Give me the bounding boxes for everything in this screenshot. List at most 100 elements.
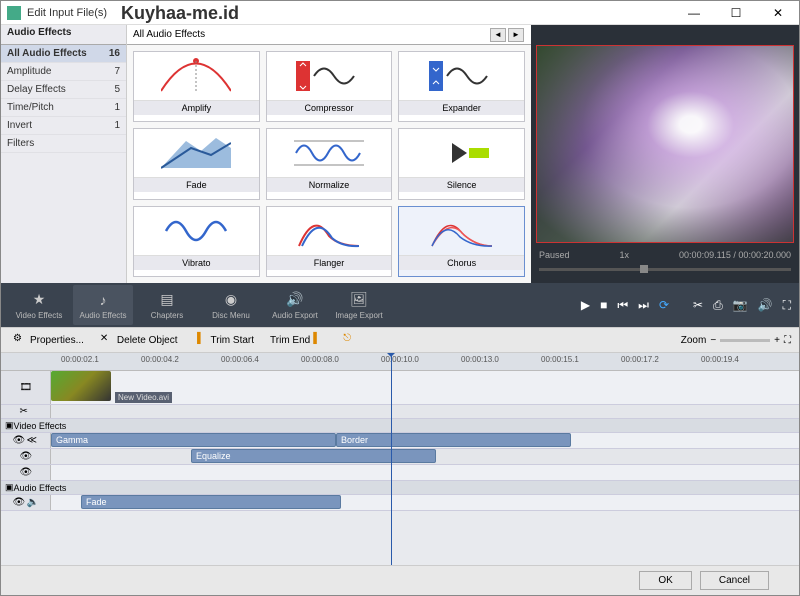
video-clip-label: New Video.avi: [115, 392, 172, 403]
fx-track-3[interactable]: [51, 465, 799, 480]
ribbon-video-effects[interactable]: ★Video Effects: [9, 285, 69, 325]
clip-border[interactable]: Border: [336, 433, 571, 447]
video-clip[interactable]: [51, 371, 111, 401]
scroll-left-button[interactable]: ◄: [490, 28, 506, 42]
ribbon-audio-export[interactable]: 🔊Audio Export: [265, 285, 325, 325]
chapters-icon: ▤: [157, 291, 177, 309]
rewind-icon[interactable]: ≪: [27, 435, 39, 447]
playhead[interactable]: [391, 353, 392, 565]
loop-button[interactable]: ⟳: [659, 298, 669, 312]
zoom-label: Zoom: [681, 335, 707, 346]
video-track[interactable]: New Video.avi: [51, 371, 799, 404]
effect-thumb: [267, 52, 392, 100]
audio-effects-header[interactable]: ▣ Audio Effects: [1, 481, 799, 495]
time-mark: 00:00:13.0: [461, 355, 499, 364]
preview-video[interactable]: [536, 45, 794, 243]
audio-fx-track-1[interactable]: Fade: [51, 495, 799, 510]
volume-button[interactable]: 🔊: [758, 298, 773, 313]
category-item[interactable]: Amplitude7: [1, 63, 126, 81]
effect-card-vibrato[interactable]: Vibrato: [133, 206, 260, 277]
zoom-in-button[interactable]: +: [774, 335, 780, 346]
category-item[interactable]: Time/Pitch1: [1, 99, 126, 117]
category-item[interactable]: Delay Effects5: [1, 81, 126, 99]
effect-card-compressor[interactable]: Compressor: [266, 51, 393, 122]
time-mark: 00:00:17.2: [621, 355, 659, 364]
time-ruler[interactable]: 00:00:02.100:00:04.200:00:06.400:00:08.0…: [1, 353, 799, 371]
effect-label: Fade: [134, 177, 259, 192]
effect-label: Normalize: [267, 177, 392, 192]
audio-export-icon: 🔊: [285, 291, 305, 309]
time-mark: 00:00:19.4: [701, 355, 739, 364]
maximize-button[interactable]: ☐: [721, 6, 751, 20]
trim-start-button[interactable]: ▐ Trim Start: [190, 331, 259, 349]
eye-icon[interactable]: 👁: [20, 451, 32, 463]
eye-icon[interactable]: 👁: [20, 467, 32, 479]
category-item[interactable]: Invert1: [1, 117, 126, 135]
time-mark: 00:00:06.4: [221, 355, 259, 364]
effect-card-amplify[interactable]: Amplify: [133, 51, 260, 122]
fx-track-1[interactable]: Gamma Border: [51, 433, 799, 448]
app-icon: [7, 6, 21, 20]
film-icon: 🎞: [20, 382, 32, 394]
ribbon-image-export[interactable]: 🖼Image Export: [329, 285, 389, 325]
category-sidebar: Audio Effects All Audio Effects16Amplitu…: [1, 25, 127, 283]
zoom-slider[interactable]: [720, 339, 770, 342]
video-effects-header[interactable]: ▣ Video Effects: [1, 419, 799, 433]
split-icon: ⎋: [343, 333, 357, 347]
cancel-button[interactable]: Cancel: [700, 571, 769, 590]
seek-bar[interactable]: [531, 268, 799, 282]
clip-gamma[interactable]: Gamma: [51, 433, 336, 447]
effect-label: Vibrato: [134, 255, 259, 270]
effects-panel: All Audio Effects ◄ ► AmplifyCompressorE…: [127, 25, 531, 283]
stop-button[interactable]: ■: [600, 298, 607, 312]
clip-fade[interactable]: Fade: [81, 495, 341, 509]
effect-thumb: [134, 52, 259, 100]
category-item[interactable]: All Audio Effects16: [1, 45, 126, 63]
time-mark: 00:00:02.1: [61, 355, 99, 364]
prev-button[interactable]: ⏮: [617, 298, 628, 313]
fullscreen-button[interactable]: ⛶: [783, 298, 791, 313]
sidebar-tab-audio[interactable]: Audio Effects: [1, 25, 77, 44]
fx-track-2[interactable]: Equalize: [51, 449, 799, 464]
play-button[interactable]: ▶: [581, 298, 590, 312]
effect-card-fade[interactable]: Fade: [133, 128, 260, 199]
clip-equalize[interactable]: Equalize: [191, 449, 436, 463]
minimize-button[interactable]: —: [679, 6, 709, 20]
ribbon-disc-menu[interactable]: ◉Disc Menu: [201, 285, 261, 325]
app-window: Kuyhaa-me.id Edit Input File(s) — ☐ ✕ Au…: [0, 0, 800, 596]
time-mark: 00:00:08.0: [301, 355, 339, 364]
speaker-icon[interactable]: 🔈: [27, 497, 39, 509]
effect-card-normalize[interactable]: Normalize: [266, 128, 393, 199]
ribbon-chapters[interactable]: ▤Chapters: [137, 285, 197, 325]
ribbon-audio-effects[interactable]: ♪Audio Effects: [73, 285, 133, 325]
scroll-right-button[interactable]: ►: [508, 28, 524, 42]
split-button[interactable]: ⎋: [339, 331, 361, 349]
playback-time: 00:00:09.115 / 00:00:20.000: [679, 250, 791, 260]
close-button[interactable]: ✕: [763, 6, 793, 20]
effect-label: Silence: [399, 177, 524, 192]
camera-button[interactable]: 📷: [733, 298, 748, 313]
zoom-fit-button[interactable]: ⛶: [784, 335, 791, 346]
watermark: Kuyhaa-me.id: [121, 3, 239, 24]
effect-label: Chorus: [399, 255, 524, 270]
snapshot-button[interactable]: ⎙: [713, 298, 723, 313]
effect-card-flanger[interactable]: Flanger: [266, 206, 393, 277]
zoom-out-button[interactable]: −: [710, 335, 716, 346]
properties-button[interactable]: ⚙ Properties...: [9, 331, 88, 349]
eye-icon[interactable]: 👁: [13, 497, 25, 509]
eye-icon[interactable]: 👁: [13, 435, 25, 447]
gear-icon: ⚙: [13, 333, 27, 347]
effect-card-expander[interactable]: Expander: [398, 51, 525, 122]
trim-end-button[interactable]: Trim End ▌: [266, 331, 331, 349]
effect-thumb: [267, 129, 392, 177]
next-button[interactable]: ⏭: [638, 298, 649, 313]
cut-button[interactable]: ✂: [693, 298, 703, 313]
effect-card-chorus[interactable]: Chorus: [398, 206, 525, 277]
effect-thumb: [399, 129, 524, 177]
ok-button[interactable]: OK: [639, 571, 691, 590]
effect-card-silence[interactable]: Silence: [398, 128, 525, 199]
trim-track[interactable]: [51, 405, 799, 418]
category-item[interactable]: Filters: [1, 135, 126, 153]
effect-thumb: [267, 207, 392, 255]
delete-object-button[interactable]: ✕ Delete Object: [96, 331, 182, 349]
